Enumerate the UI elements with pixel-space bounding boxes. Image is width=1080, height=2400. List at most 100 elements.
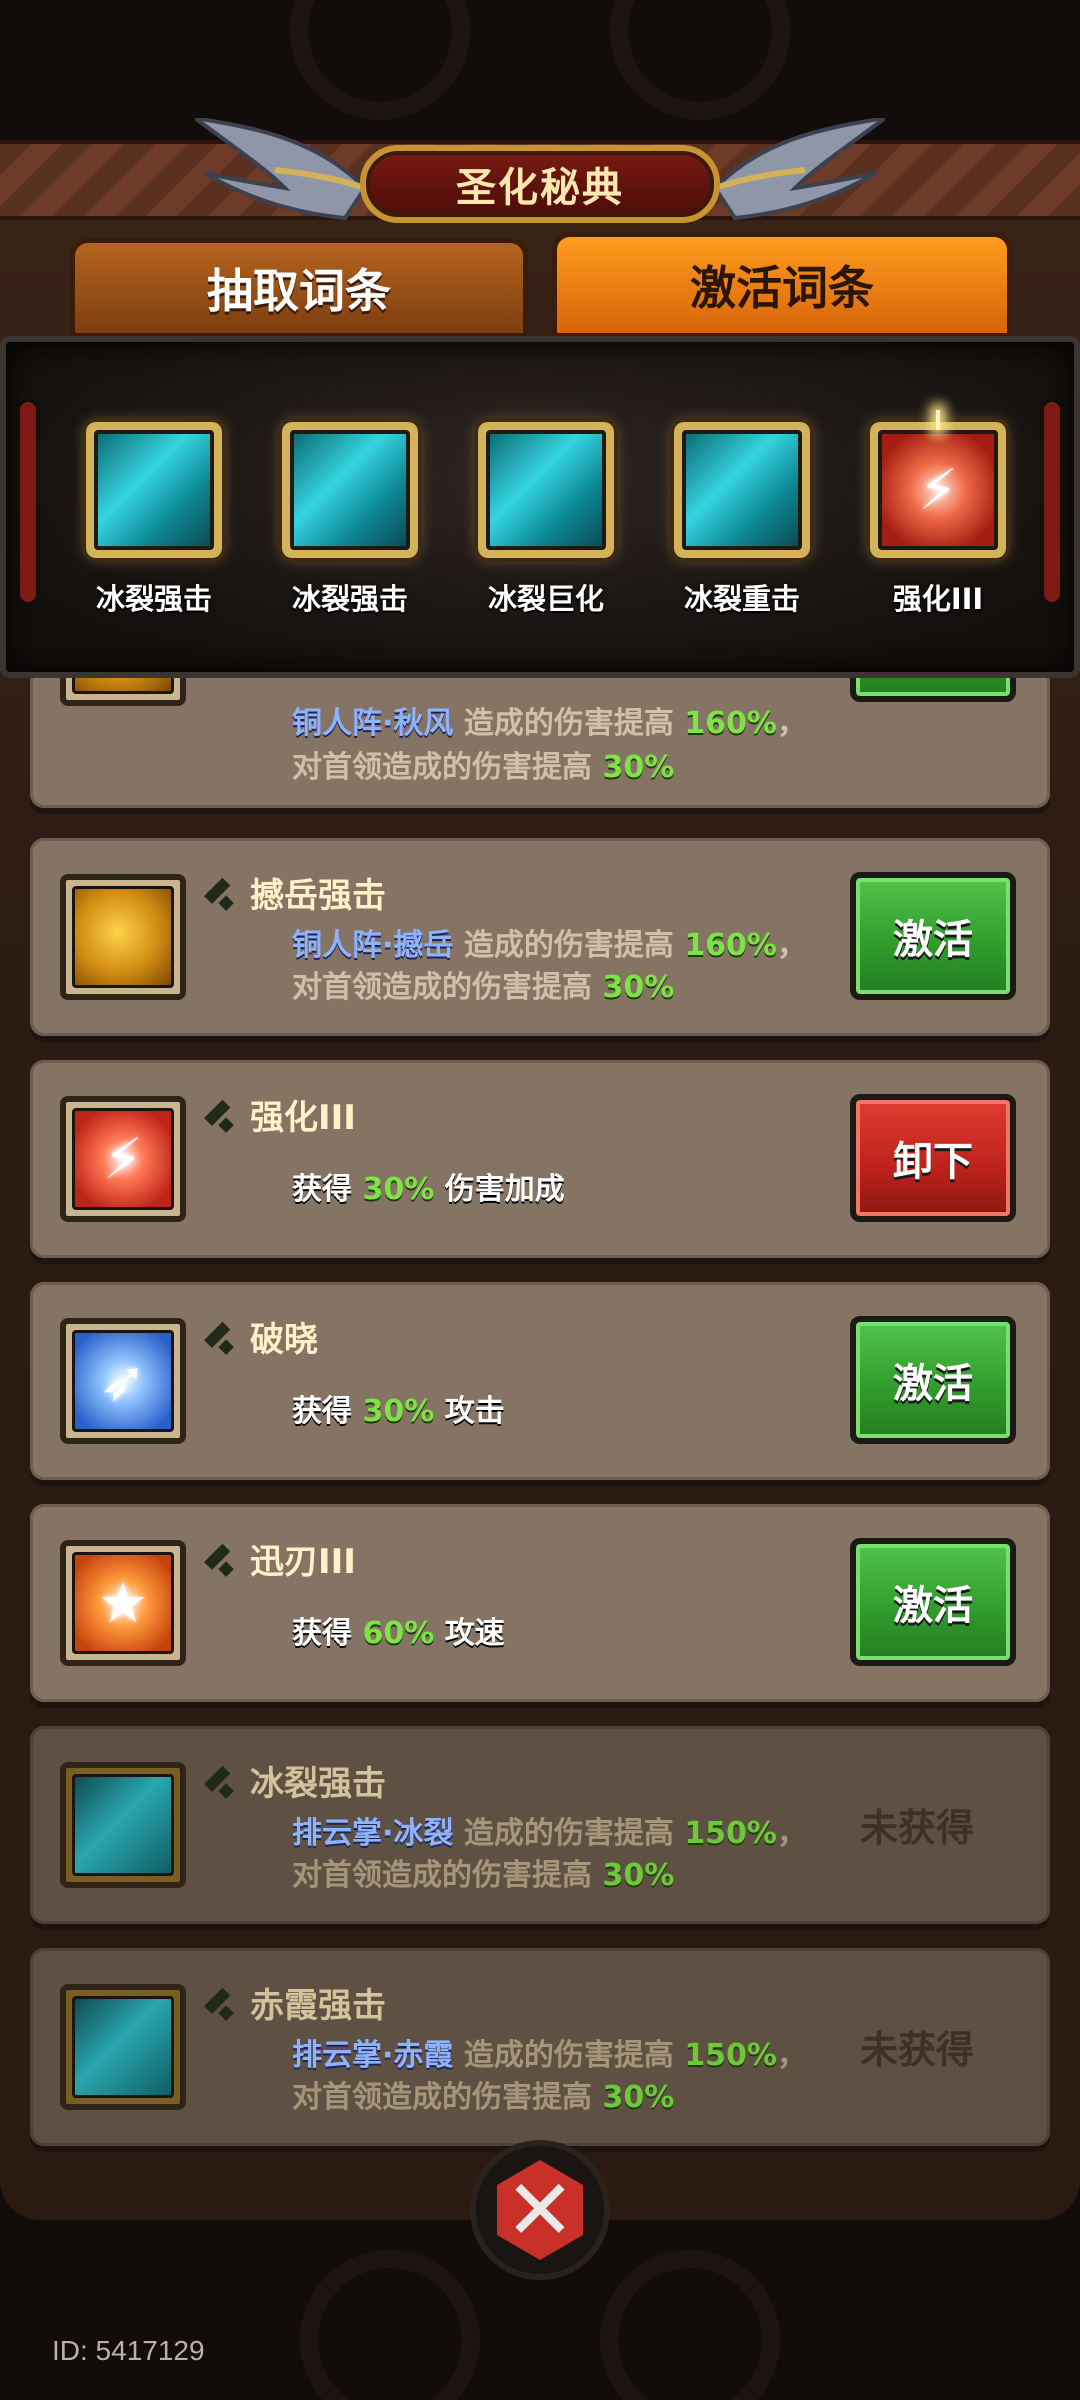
- percent-value: 160%: [684, 928, 777, 963]
- percent-value: 150%: [684, 2038, 777, 2073]
- entry-description: 排云掌·赤霞 造成的伤害提高 150%，: [292, 2030, 807, 2074]
- description-text: 对首领造成的伤害提高: [292, 970, 592, 1005]
- diamond-icon: [210, 1102, 236, 1128]
- entry-title: 赤霞强击: [250, 1986, 386, 2026]
- slot-label: 冰裂强击: [291, 582, 408, 616]
- equipped-slot[interactable]: 冰裂强击: [280, 422, 420, 618]
- list-item: ★ 迅刃III 获得 60% 攻速 激活: [30, 1504, 1050, 1702]
- list-item: ⚡ 强化III 获得 30% 伤害加成 卸下: [30, 1060, 1050, 1258]
- diamond-icon: [210, 880, 236, 906]
- entry-title: 迅刃III: [250, 1542, 356, 1582]
- ornament-swirl: [290, 0, 470, 120]
- slot-label: 冰裂强击: [95, 582, 212, 616]
- entry-name: 破晓: [210, 1312, 318, 1361]
- tab-activate-entries[interactable]: 激活词条: [552, 232, 1012, 338]
- slot-frame: [674, 422, 810, 558]
- percent-value: 60%: [362, 1616, 435, 1651]
- skill-name: 排云掌·赤霞: [292, 2038, 454, 2073]
- comma: ，: [777, 2038, 807, 2073]
- list-item: ➶ 破晓 获得 30% 攻击 激活: [30, 1282, 1050, 1480]
- skill-name: 铜人阵·撼岳: [292, 928, 454, 963]
- left-wing-icon: [195, 118, 365, 221]
- entry-name: 赤霞强击: [210, 1978, 386, 2027]
- skill-name: 排云掌·冰裂: [292, 1816, 454, 1851]
- percent-value: 150%: [684, 1816, 777, 1851]
- percent-value: 30%: [602, 2080, 675, 2115]
- equipped-slot[interactable]: ⚡ 强化III: [868, 410, 1008, 618]
- description-text: 造成的伤害提高: [463, 2038, 674, 2073]
- page-title: 圣化秘典: [360, 145, 720, 223]
- description-text: 伤害加成: [444, 1172, 565, 1207]
- tab-draw-entries[interactable]: 抽取词条: [70, 238, 528, 338]
- not-obtained-label: 未获得: [859, 1805, 974, 1850]
- diamond-icon: [210, 1324, 236, 1350]
- entry-description-line2: 对首领造成的伤害提高 30%: [292, 2072, 674, 2116]
- unequip-button[interactable]: 卸下: [850, 1094, 1016, 1222]
- equipped-entries-strip: 冰裂强击 冰裂强击 冰裂巨化 冰裂重击 ⚡ 强化III: [0, 336, 1080, 678]
- golden-lion-icon: [72, 886, 174, 988]
- activate-button[interactable]: 激活: [850, 1538, 1016, 1666]
- description-text: 获得: [292, 1394, 352, 1429]
- slot-label: 冰裂巨化: [487, 582, 604, 616]
- fire-burst-icon: ⚡: [878, 430, 998, 550]
- entry-description: 排云掌·冰裂 造成的伤害提高 150%，: [292, 1808, 807, 1852]
- entry-description: 铜人阵·撼岳 造成的伤害提高 160%，: [292, 920, 807, 964]
- comma: ，: [777, 928, 807, 963]
- percent-value: 30%: [602, 970, 675, 1005]
- entry-description-line2: 对首领造成的伤害提高 30%: [292, 962, 674, 1006]
- strip-side-ornament: [20, 402, 36, 602]
- description-text: 造成的伤害提高: [463, 706, 674, 741]
- activate-button[interactable]: 激活: [850, 872, 1016, 1000]
- equipped-slot[interactable]: 冰裂强击: [84, 422, 224, 618]
- equipped-slot[interactable]: 冰裂重击: [672, 422, 812, 618]
- slot-frame: [478, 422, 614, 558]
- description-text: 攻速: [444, 1616, 505, 1651]
- ornament-swirl: [300, 2250, 480, 2400]
- activate-button[interactable]: 激活: [850, 1316, 1016, 1444]
- entry-description: 获得 30% 伤害加成: [292, 1164, 565, 1208]
- fire-burst-icon: ⚡: [72, 1108, 174, 1210]
- percent-value: 30%: [362, 1394, 435, 1429]
- entry-icon-frame: ➶: [60, 1318, 186, 1444]
- comma: ，: [777, 1816, 807, 1851]
- entry-icon-frame: [60, 1984, 186, 2110]
- ice-rabbit-icon: [94, 430, 214, 550]
- percent-value: 30%: [602, 1858, 675, 1893]
- entry-icon-frame: [60, 1762, 186, 1888]
- list-item: 撼岳强击 铜人阵·撼岳 造成的伤害提高 160%， 对首领造成的伤害提高 30%…: [30, 838, 1050, 1036]
- skill-name: 铜人阵·秋风: [292, 706, 454, 741]
- percent-value: 30%: [362, 1172, 435, 1207]
- slot-label: 冰裂重击: [683, 582, 800, 616]
- right-wing-icon: [715, 118, 885, 221]
- description-text: 对首领造成的伤害提高: [292, 1858, 592, 1893]
- blue-arrows-icon: ➶: [72, 1330, 174, 1432]
- description-text: 对首领造成的伤害提高: [292, 2080, 592, 2115]
- description-text: 获得: [292, 1172, 352, 1207]
- equipped-slot[interactable]: 冰裂巨化: [476, 422, 616, 618]
- entry-description: 获得 30% 攻击: [292, 1386, 505, 1430]
- entry-description: 获得 60% 攻速: [292, 1608, 505, 1652]
- slot-frame: [282, 422, 418, 558]
- entry-title: 冰裂强击: [250, 1764, 386, 1804]
- close-button[interactable]: ✕: [470, 2140, 610, 2280]
- description-text: 造成的伤害提高: [463, 1816, 674, 1851]
- entry-icon-frame: [60, 874, 186, 1000]
- comma: ，: [777, 706, 807, 741]
- description-text: 造成的伤害提高: [463, 928, 674, 963]
- sparkle-icon: [936, 410, 940, 430]
- slot-frame: ⚡: [870, 410, 1006, 558]
- close-icon: ✕: [497, 2160, 583, 2260]
- ice-rabbit-icon: [72, 1996, 174, 2098]
- strip-side-ornament: [1044, 402, 1060, 602]
- entry-description: 铜人阵·秋风 造成的伤害提高 160%，: [292, 698, 807, 742]
- diamond-icon: [210, 1546, 236, 1572]
- entry-name: 迅刃III: [210, 1534, 356, 1583]
- ice-rabbit-icon: [72, 1774, 174, 1876]
- entry-name: 撼岳强击: [210, 868, 386, 917]
- ice-rabbit-icon: [682, 430, 802, 550]
- user-id: ID: 5417129: [52, 2335, 205, 2366]
- ornament-swirl: [610, 0, 790, 120]
- entry-description-line2: 对首领造成的伤害提高 30%: [292, 742, 674, 786]
- not-obtained-label: 未获得: [859, 2027, 974, 2072]
- ornament-swirl: [600, 2250, 780, 2400]
